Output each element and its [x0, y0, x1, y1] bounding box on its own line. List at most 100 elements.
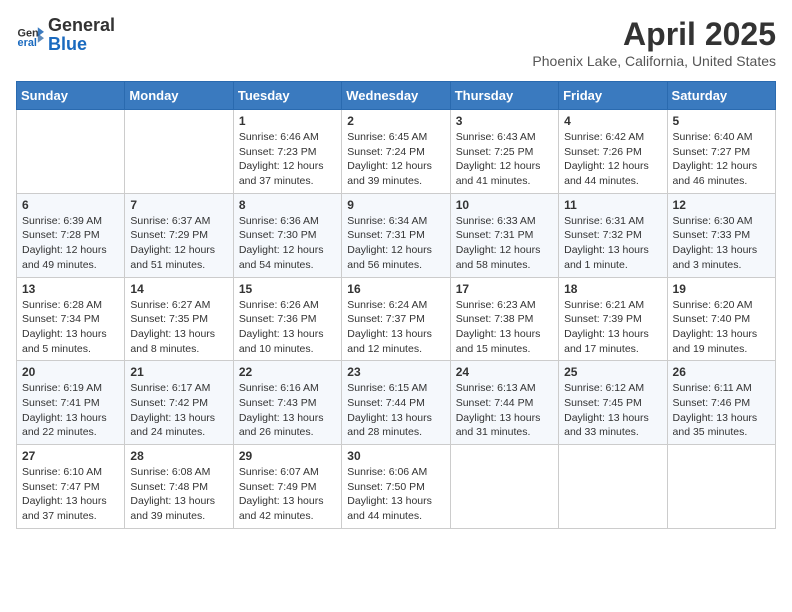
- calendar-cell: 6 Sunrise: 6:39 AM Sunset: 7:28 PM Daylig…: [17, 193, 125, 277]
- calendar-cell: 19 Sunrise: 6:20 AM Sunset: 7:40 PM Dayli…: [667, 277, 775, 361]
- calendar-cell: 21Sunrise: 6:17 AM Sunset: 7:42 PM Dayli…: [125, 361, 233, 445]
- day-info: Sunrise: 6:07 AM Sunset: 7:49 PM Dayligh…: [239, 465, 336, 524]
- day-info: Sunrise: 6:11 AM Sunset: 7:46 PM Dayligh…: [673, 381, 770, 440]
- day-info: Sunrise: 6:16 AM Sunset: 7:43 PM Dayligh…: [239, 381, 336, 440]
- day-info: Sunrise: 6:40 AM Sunset: 7:27 PM Dayligh…: [673, 130, 770, 189]
- weekday-header-friday: Friday: [559, 82, 667, 110]
- day-number: 7: [130, 198, 227, 212]
- weekday-header-thursday: Thursday: [450, 82, 558, 110]
- calendar-cell: 20Sunrise: 6:19 AM Sunset: 7:41 PM Dayli…: [17, 361, 125, 445]
- calendar-week-row: 1Sunrise: 6:46 AM Sunset: 7:23 PM Daylig…: [17, 110, 776, 194]
- day-info: Sunrise: 6:30 AM Sunset: 7:33 PM Dayligh…: [673, 214, 770, 273]
- day-info: Sunrise: 6:24 AM Sunset: 7:37 PM Dayligh…: [347, 298, 444, 357]
- day-number: 20: [22, 365, 119, 379]
- day-number: 30: [347, 449, 444, 463]
- calendar-cell: 17 Sunrise: 6:23 AM Sunset: 7:38 PM Dayli…: [450, 277, 558, 361]
- day-number: 3: [456, 114, 553, 128]
- calendar-cell: 26 Sunrise: 6:11 AM Sunset: 7:46 PM Dayli…: [667, 361, 775, 445]
- day-number: 10: [456, 198, 553, 212]
- calendar-cell: 30 Sunrise: 6:06 AM Sunset: 7:50 PM Dayli…: [342, 445, 450, 529]
- calendar-cell: [667, 445, 775, 529]
- day-info: Sunrise: 6:36 AM Sunset: 7:30 PM Dayligh…: [239, 214, 336, 273]
- day-info: Sunrise: 6:06 AM Sunset: 7:50 PM Dayligh…: [347, 465, 444, 524]
- day-info: Sunrise: 6:17 AM Sunset: 7:42 PM Dayligh…: [130, 381, 227, 440]
- calendar-cell: 3 Sunrise: 6:43 AM Sunset: 7:25 PM Daylig…: [450, 110, 558, 194]
- calendar-week-row: 13 Sunrise: 6:28 AM Sunset: 7:34 PM Dayli…: [17, 277, 776, 361]
- day-number: 23: [347, 365, 444, 379]
- calendar-cell: [450, 445, 558, 529]
- calendar-subtitle: Phoenix Lake, California, United States: [532, 53, 776, 69]
- calendar-cell: 2 Sunrise: 6:45 AM Sunset: 7:24 PM Daylig…: [342, 110, 450, 194]
- weekday-header-wednesday: Wednesday: [342, 82, 450, 110]
- svg-text:eral: eral: [18, 37, 37, 49]
- calendar-cell: 10Sunrise: 6:33 AM Sunset: 7:31 PM Dayli…: [450, 193, 558, 277]
- day-number: 19: [673, 282, 770, 296]
- day-info: Sunrise: 6:31 AM Sunset: 7:32 PM Dayligh…: [564, 214, 661, 273]
- calendar-cell: 24 Sunrise: 6:13 AM Sunset: 7:44 PM Dayli…: [450, 361, 558, 445]
- calendar-week-row: 27Sunrise: 6:10 AM Sunset: 7:47 PM Dayli…: [17, 445, 776, 529]
- day-info: Sunrise: 6:28 AM Sunset: 7:34 PM Dayligh…: [22, 298, 119, 357]
- day-info: Sunrise: 6:08 AM Sunset: 7:48 PM Dayligh…: [130, 465, 227, 524]
- logo-general: General: [48, 15, 115, 35]
- calendar-cell: [17, 110, 125, 194]
- day-number: 15: [239, 282, 336, 296]
- day-info: Sunrise: 6:26 AM Sunset: 7:36 PM Dayligh…: [239, 298, 336, 357]
- calendar-cell: 22 Sunrise: 6:16 AM Sunset: 7:43 PM Dayli…: [233, 361, 341, 445]
- calendar-cell: 25 Sunrise: 6:12 AM Sunset: 7:45 PM Dayli…: [559, 361, 667, 445]
- day-number: 13: [22, 282, 119, 296]
- day-info: Sunrise: 6:45 AM Sunset: 7:24 PM Dayligh…: [347, 130, 444, 189]
- calendar-cell: 14Sunrise: 6:27 AM Sunset: 7:35 PM Dayli…: [125, 277, 233, 361]
- calendar-cell: 4Sunrise: 6:42 AM Sunset: 7:26 PM Daylig…: [559, 110, 667, 194]
- calendar-cell: 27Sunrise: 6:10 AM Sunset: 7:47 PM Dayli…: [17, 445, 125, 529]
- day-info: Sunrise: 6:43 AM Sunset: 7:25 PM Dayligh…: [456, 130, 553, 189]
- weekday-header-monday: Monday: [125, 82, 233, 110]
- calendar-cell: 16Sunrise: 6:24 AM Sunset: 7:37 PM Dayli…: [342, 277, 450, 361]
- calendar-title: April 2025: [532, 16, 776, 53]
- day-number: 27: [22, 449, 119, 463]
- calendar-cell: 18 Sunrise: 6:21 AM Sunset: 7:39 PM Dayli…: [559, 277, 667, 361]
- day-number: 2: [347, 114, 444, 128]
- page-header: Gen eral General Blue April 2025 Phoenix…: [16, 16, 776, 69]
- weekday-header-tuesday: Tuesday: [233, 82, 341, 110]
- day-number: 24: [456, 365, 553, 379]
- day-number: 17: [456, 282, 553, 296]
- day-info: Sunrise: 6:15 AM Sunset: 7:44 PM Dayligh…: [347, 381, 444, 440]
- day-number: 26: [673, 365, 770, 379]
- calendar-cell: [559, 445, 667, 529]
- day-number: 9: [347, 198, 444, 212]
- calendar-cell: 28Sunrise: 6:08 AM Sunset: 7:48 PM Dayli…: [125, 445, 233, 529]
- calendar-cell: 7 Sunrise: 6:37 AM Sunset: 7:29 PM Daylig…: [125, 193, 233, 277]
- day-info: Sunrise: 6:37 AM Sunset: 7:29 PM Dayligh…: [130, 214, 227, 273]
- calendar-week-row: 20Sunrise: 6:19 AM Sunset: 7:41 PM Dayli…: [17, 361, 776, 445]
- day-info: Sunrise: 6:23 AM Sunset: 7:38 PM Dayligh…: [456, 298, 553, 357]
- calendar-week-row: 6 Sunrise: 6:39 AM Sunset: 7:28 PM Daylig…: [17, 193, 776, 277]
- day-number: 18: [564, 282, 661, 296]
- day-info: Sunrise: 6:20 AM Sunset: 7:40 PM Dayligh…: [673, 298, 770, 357]
- day-info: Sunrise: 6:21 AM Sunset: 7:39 PM Dayligh…: [564, 298, 661, 357]
- day-number: 6: [22, 198, 119, 212]
- day-info: Sunrise: 6:42 AM Sunset: 7:26 PM Dayligh…: [564, 130, 661, 189]
- day-info: Sunrise: 6:13 AM Sunset: 7:44 PM Dayligh…: [456, 381, 553, 440]
- day-number: 1: [239, 114, 336, 128]
- logo: Gen eral General Blue: [16, 16, 115, 54]
- calendar-cell: 12Sunrise: 6:30 AM Sunset: 7:33 PM Dayli…: [667, 193, 775, 277]
- day-info: Sunrise: 6:12 AM Sunset: 7:45 PM Dayligh…: [564, 381, 661, 440]
- calendar-cell: 29Sunrise: 6:07 AM Sunset: 7:49 PM Dayli…: [233, 445, 341, 529]
- day-info: Sunrise: 6:27 AM Sunset: 7:35 PM Dayligh…: [130, 298, 227, 357]
- day-number: 22: [239, 365, 336, 379]
- day-number: 8: [239, 198, 336, 212]
- calendar-cell: 11 Sunrise: 6:31 AM Sunset: 7:32 PM Dayli…: [559, 193, 667, 277]
- weekday-header-sunday: Sunday: [17, 82, 125, 110]
- weekday-header-row: SundayMondayTuesdayWednesdayThursdayFrid…: [17, 82, 776, 110]
- day-info: Sunrise: 6:39 AM Sunset: 7:28 PM Dayligh…: [22, 214, 119, 273]
- day-number: 5: [673, 114, 770, 128]
- calendar-cell: 9 Sunrise: 6:34 AM Sunset: 7:31 PM Daylig…: [342, 193, 450, 277]
- title-area: April 2025 Phoenix Lake, California, Uni…: [532, 16, 776, 69]
- calendar-cell: 23 Sunrise: 6:15 AM Sunset: 7:44 PM Dayli…: [342, 361, 450, 445]
- calendar-cell: 13 Sunrise: 6:28 AM Sunset: 7:34 PM Dayli…: [17, 277, 125, 361]
- logo-blue: Blue: [48, 34, 87, 54]
- day-number: 11: [564, 198, 661, 212]
- day-number: 25: [564, 365, 661, 379]
- calendar-cell: 1Sunrise: 6:46 AM Sunset: 7:23 PM Daylig…: [233, 110, 341, 194]
- day-info: Sunrise: 6:34 AM Sunset: 7:31 PM Dayligh…: [347, 214, 444, 273]
